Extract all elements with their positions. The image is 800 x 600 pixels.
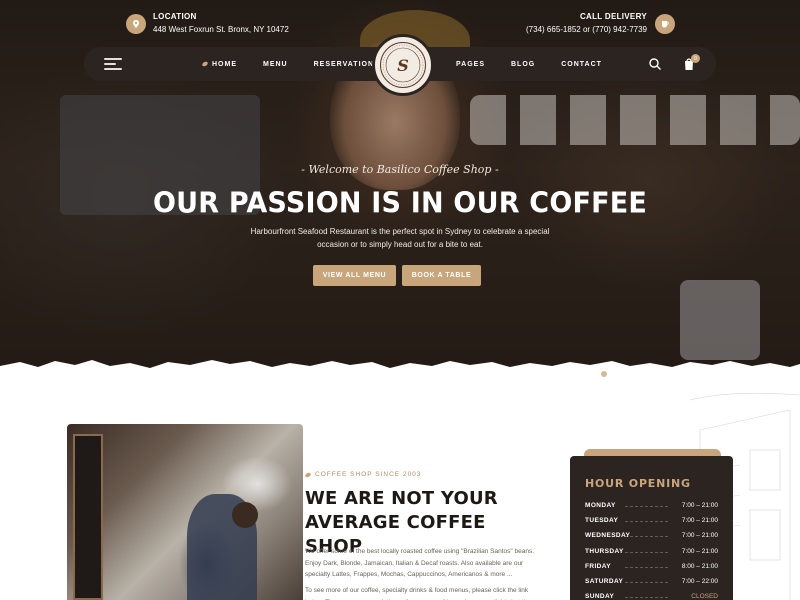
map-pin-icon [126,14,146,34]
nav-item-menu[interactable]: MENU [263,61,288,68]
hours-time: 7:00 – 22:00 [681,578,718,585]
hours-row: THURSDAY 7:00 – 21:00 [585,548,718,563]
hours-time: 7:00 – 21:00 [681,548,718,555]
search-icon[interactable] [648,57,662,71]
hamburger-icon[interactable] [104,57,122,71]
hours-row: WEDNESDAY 7:00 – 21:00 [585,532,718,547]
hours-day: SUNDAY [585,593,615,600]
hours-row: SUNDAY CLOSED [585,593,718,600]
hero-description: Harbourfront Seafood Restaurant is the p… [250,227,550,249]
delivery-label: CALL DELIVERY [579,12,647,21]
coffee-bean-icon [304,471,312,478]
coffee-bean-icon [201,60,209,68]
about-eyebrow-text: COFFEE SHOP SINCE 2003 [315,471,422,478]
hours-time: CLOSED [691,593,718,600]
hours-day: SATURDAY [585,578,624,585]
torn-paper-edge [0,360,800,382]
logo-seal: S [380,42,426,88]
hours-title: HOUR OPENING [585,477,691,490]
hero-headline: OUR PASSION IS IN OUR COFFEE [152,187,648,220]
site-logo[interactable]: S [372,34,434,96]
hours-time: 7:00 – 21:00 [681,532,718,539]
hours-day: MONDAY [585,502,616,509]
hours-time: 7:00 – 21:00 [681,502,718,509]
hours-row: MONDAY 7:00 – 21:00 [585,502,718,517]
nav-item-blog[interactable]: BLOG [511,61,535,68]
location-label: LOCATION [153,12,197,21]
about-paragraph-2: To see more of our coffee, specialty dri… [305,587,531,600]
hours-day: FRIDAY [585,563,611,570]
hero-bg-cups-shelf [470,95,800,145]
about-eyebrow: COFFEE SHOP SINCE 2003 [304,471,422,478]
view-all-menu-button[interactable]: VIEW ALL MENU [313,265,396,286]
hours-row: FRIDAY 8:00 – 21:00 [585,563,718,578]
nav-item-reservation[interactable]: RESERVATION [314,61,374,68]
location-address: 448 West Foxrun St. Bronx, NY 10472 [153,25,289,34]
hero-welcome: - Welcome to Basilico Coffee Shop - [301,163,499,176]
nav-label: MENU [263,60,288,68]
nav-right-group: PAGES BLOG CONTACT [456,47,628,81]
nav-item-pages[interactable]: PAGES [456,61,485,68]
cart-count-badge: 0 [691,54,700,63]
nav-left-group: HOME MENU RESERVATION [201,47,400,81]
nav-label: BLOG [511,60,536,68]
delivery-phone[interactable]: (734) 665-1852 or (770) 942-7739 [526,25,647,34]
hours-time: 7:00 – 21:00 [681,517,718,524]
about-paragraph-1: We offer some of the best locally roaste… [305,548,534,578]
chalkboard [73,434,103,600]
about-image-barista [67,424,303,600]
nav-item-contact[interactable]: CONTACT [561,61,602,68]
book-a-table-button[interactable]: BOOK A TABLE [402,265,481,286]
coffee-cup-icon [655,14,675,34]
hours-time: 8:00 – 21:00 [681,563,718,570]
hours-day: WEDNESDAY [585,532,631,539]
hours-day: THURSDAY [585,548,624,555]
nav-label: CONTACT [561,60,602,68]
hours-row: SATURDAY 7:00 – 22:00 [585,578,718,593]
barista-head [232,502,258,528]
opening-hours-card: HOUR OPENING MONDAY 7:00 – 21:00 TUESDAY 7… [570,456,733,600]
hours-day: TUESDAY [585,517,619,524]
nav-label: RESERVATION [313,60,375,68]
nav-label: HOME [212,60,237,68]
hero-bg-glass-jar [680,280,760,360]
nav-item-home[interactable]: HOME [201,60,237,68]
hours-row: TUESDAY 7:00 – 21:00 [585,517,718,532]
slider-dot[interactable] [601,371,607,377]
nav-label: PAGES [456,60,485,68]
